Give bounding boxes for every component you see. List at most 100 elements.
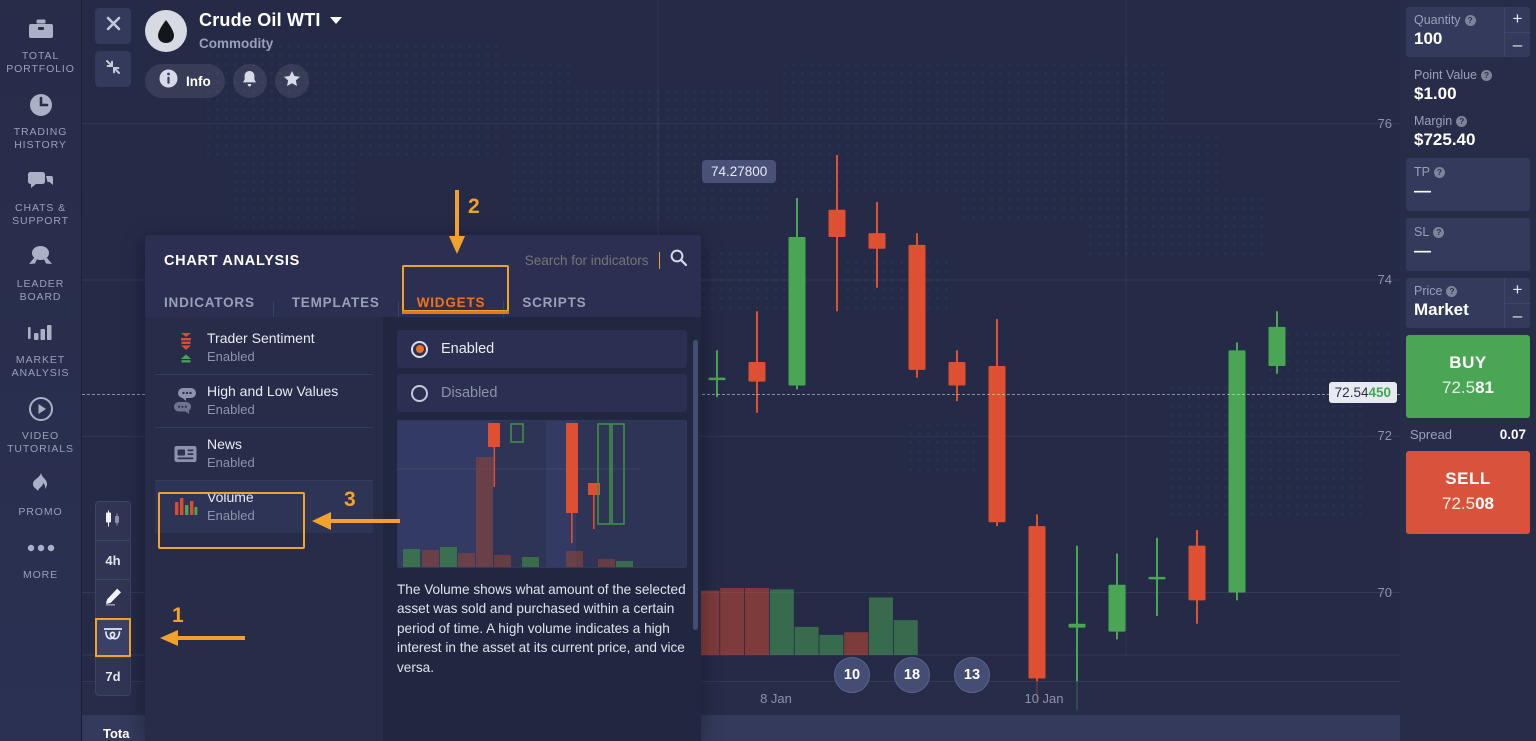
high-low-bubble: 18 — [894, 657, 930, 693]
sidebar-item-label: VIDEO TUTORIALS — [7, 430, 74, 455]
label-text: TP — [1414, 165, 1430, 179]
indicators-tool-button[interactable] — [95, 618, 131, 657]
margin-label: Margin? — [1414, 114, 1522, 128]
asset-selector[interactable]: Crude Oil WTI — [199, 10, 342, 31]
widget-item-trader-sentiment[interactable]: Trader Sentiment Enabled — [155, 321, 373, 374]
sell-button[interactable]: SELL 72.508 — [1406, 451, 1530, 534]
sidebar-item-promo[interactable]: PROMO — [0, 462, 82, 525]
search-icon[interactable] — [670, 249, 688, 271]
sidebar-item-label: PROMO — [18, 506, 63, 518]
widget-preview-image — [397, 420, 687, 568]
favorite-button[interactable] — [274, 64, 309, 98]
radio-selected-icon — [411, 340, 428, 358]
drawing-tools-button[interactable] — [95, 579, 131, 618]
tab-templates[interactable]: TEMPLATES — [274, 287, 398, 317]
widget-detail: Enabled Disabled The Volume shows what a… — [383, 317, 701, 741]
candles-icon — [102, 510, 124, 533]
period-label: 7d — [105, 669, 121, 684]
chart-toolbar: 4h 7d — [95, 501, 131, 696]
sidebar-item-leader-board[interactable]: LEADER BOARD — [0, 234, 82, 310]
collapse-icon — [105, 59, 121, 80]
timeframe-label: 4h — [105, 552, 121, 568]
panel-body: Trader Sentiment Enabled High and Low Va… — [145, 317, 701, 741]
collapse-button[interactable] — [95, 51, 131, 87]
search-container[interactable] — [508, 249, 688, 271]
news-icon — [169, 443, 203, 465]
bell-icon — [241, 70, 258, 93]
sidebar-item-label: MARKET ANALYSIS — [11, 354, 70, 379]
buy-button[interactable]: BUY 72.581 — [1406, 335, 1530, 418]
sidebar-item-market-analysis[interactable]: MARKET ANALYSIS — [0, 310, 82, 386]
info-icon — [159, 69, 178, 93]
chart-type-button[interactable] — [95, 501, 131, 540]
widget-item-volume[interactable]: Volume Enabled — [155, 480, 373, 533]
option-disabled[interactable]: Disabled — [397, 374, 687, 412]
help-icon[interactable]: ? — [1433, 166, 1445, 178]
buy-price: 72.581 — [1406, 378, 1530, 398]
quantity-increase-button[interactable]: + — [1504, 7, 1530, 32]
sidebar-item-total-portfolio[interactable]: TOTAL PORTFOLIO — [0, 6, 82, 82]
bar-chart-icon — [26, 318, 56, 348]
widget-item-high-and-low-values[interactable]: High and Low Values Enabled — [155, 374, 373, 427]
price-axis: 76 74 72 70 72.54450 — [1328, 0, 1400, 681]
trophy-icon — [26, 242, 56, 272]
sidebar-item-chats-support[interactable]: CHATS & SUPPORT — [0, 158, 82, 234]
help-icon[interactable]: ? — [1433, 226, 1445, 238]
total-label-partial: Tota — [103, 726, 130, 741]
price-field[interactable]: Price? Market + – — [1406, 278, 1530, 328]
high-low-bubble: 10 — [834, 657, 870, 693]
quantity-field[interactable]: Quantity? 100 + – — [1406, 7, 1530, 57]
point-value-label: Point Value? — [1414, 68, 1522, 82]
date-tick: 10 Jan — [1024, 691, 1064, 706]
tp-value: — — [1414, 181, 1431, 200]
sidebar-item-label: TRADING HISTORY — [13, 126, 68, 151]
fire-icon — [26, 470, 56, 500]
option-enabled[interactable]: Enabled — [397, 330, 687, 368]
help-icon[interactable]: ? — [1464, 14, 1476, 26]
widget-item-news[interactable]: News Enabled — [155, 427, 373, 480]
info-button[interactable]: Info — [145, 64, 225, 98]
help-icon[interactable]: ? — [1456, 115, 1468, 127]
alert-button[interactable] — [232, 64, 267, 98]
label-text: SL — [1414, 225, 1430, 239]
margin-value: $725.40 — [1414, 130, 1476, 149]
radio-unselected-icon — [411, 384, 428, 402]
tab-indicators[interactable]: INDICATORS — [145, 287, 273, 317]
panel-header: CHART ANALYSIS INDICATORS TEMPLATES WIDG… — [145, 235, 701, 317]
search-input[interactable] — [508, 252, 649, 268]
info-label: Info — [186, 73, 211, 89]
quantity-decrease-button[interactable]: – — [1504, 31, 1530, 57]
period-button[interactable]: 7d — [95, 657, 131, 696]
panel-tabs: INDICATORS TEMPLATES WIDGETS SCRIPTS — [145, 273, 604, 317]
widget-name: Trader Sentiment — [207, 329, 315, 346]
date-tick: 8 Jan — [760, 691, 792, 706]
help-icon[interactable]: ? — [1446, 285, 1458, 297]
margin-field: Margin? $725.40 — [1406, 112, 1530, 158]
sidebar-item-label: LEADER BOARD — [16, 278, 65, 303]
quantity-steppers: + – — [1504, 7, 1530, 57]
help-icon[interactable]: ? — [1481, 69, 1493, 81]
price-tick: 74 — [1377, 272, 1392, 287]
close-icon — [106, 16, 121, 36]
spread-row: Spread 0.07 — [1406, 418, 1530, 451]
quantity-value: 100 — [1414, 29, 1443, 48]
price-decrease-button[interactable]: – — [1504, 302, 1530, 328]
close-button[interactable] — [95, 8, 131, 44]
sl-field[interactable]: SL? — — [1406, 218, 1530, 271]
sidebar-item-trading-history[interactable]: TRADING HISTORY — [0, 82, 82, 158]
high-low-bubble: 13 — [954, 657, 990, 693]
price-increase-button[interactable]: + — [1504, 278, 1530, 303]
timeframe-button[interactable]: 4h — [95, 540, 131, 579]
tab-scripts[interactable]: SCRIPTS — [504, 287, 604, 317]
main-sidebar: TOTAL PORTFOLIO TRADING HISTORY CHATS & … — [0, 0, 82, 741]
buy-price-tail: 81 — [1475, 378, 1494, 397]
tp-field[interactable]: TP? — — [1406, 158, 1530, 211]
sidebar-item-label: MORE — [22, 569, 59, 581]
panel-scrollbar[interactable] — [693, 340, 698, 630]
current-price-tag: 72.54450 — [1328, 381, 1397, 403]
sidebar-item-video-tutorials[interactable]: VIDEO TUTORIALS — [0, 386, 82, 462]
option-label: Disabled — [441, 385, 498, 401]
price-tick: 76 — [1377, 115, 1392, 131]
sidebar-item-more[interactable]: MORE — [0, 525, 82, 588]
widget-name: Volume — [207, 488, 254, 505]
